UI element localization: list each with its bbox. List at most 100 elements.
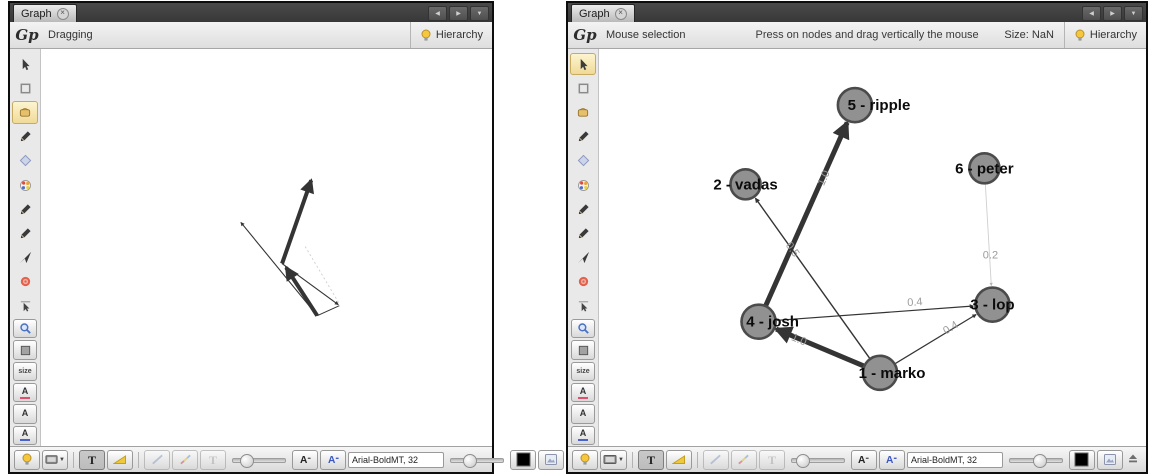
screenshot-dropdown[interactable]: ▼ <box>42 450 68 470</box>
graph-edge[interactable] <box>317 306 339 316</box>
reset-label-colors-button[interactable]: A <box>13 383 37 402</box>
graph-edge[interactable] <box>984 168 991 285</box>
reset-label-visible-button[interactable]: A <box>13 404 37 423</box>
background-toggle-button[interactable] <box>14 450 40 470</box>
graph-canvas[interactable]: 0.51.00.41.00.40.21 - marko2 - vadas3 - … <box>599 49 1146 446</box>
reset-sizes-button[interactable]: size <box>13 362 37 381</box>
edge-label-font-button[interactable]: A <box>879 450 905 470</box>
rectangle-selection-tool[interactable] <box>570 77 596 99</box>
reset-label-sizes-button[interactable]: A <box>13 426 37 445</box>
heat-map-tool[interactable] <box>570 271 596 293</box>
show-node-labels-button[interactable]: T <box>638 450 664 470</box>
svg-text:A: A <box>858 455 866 466</box>
tab-graph[interactable]: Graph × <box>13 4 77 22</box>
show-edges-button[interactable] <box>144 450 170 470</box>
visualization-toolbar: ▼ T T AA <box>10 446 492 472</box>
graph-edge[interactable] <box>241 222 317 315</box>
hierarchy-button[interactable]: Hierarchy <box>410 22 492 48</box>
expand-caret[interactable] <box>1128 454 1138 466</box>
label-color-swatch[interactable] <box>510 450 536 470</box>
edge-label-font-button[interactable]: A <box>320 450 346 470</box>
palette-icon <box>577 179 590 192</box>
label-scale-slider[interactable] <box>450 452 504 468</box>
wedge-icon <box>113 454 127 466</box>
slider-knob[interactable] <box>1033 454 1047 468</box>
graph-edge[interactable] <box>282 180 311 263</box>
magnifier-icon <box>19 322 32 335</box>
graph-canvas[interactable] <box>41 49 492 446</box>
dropdown-arrow-icon: ▼ <box>59 457 65 463</box>
background-toggle-button[interactable] <box>572 450 598 470</box>
tab-scroll-left-button[interactable]: ◀ <box>1082 6 1101 21</box>
graph-edge[interactable] <box>305 246 339 303</box>
sizer-tool[interactable] <box>570 150 596 172</box>
tab-menu-button[interactable]: ▼ <box>470 6 489 21</box>
edge-pencil-tool[interactable] <box>570 222 596 244</box>
node-label-font-button[interactable]: A <box>851 450 877 470</box>
text-scale-button[interactable]: T <box>200 450 226 470</box>
tab-close-icon[interactable]: × <box>57 8 69 20</box>
color-painter-tool[interactable] <box>12 174 38 196</box>
t-gray-icon: T <box>766 453 778 466</box>
slider-knob[interactable] <box>240 454 254 468</box>
show-edges-button[interactable] <box>703 450 729 470</box>
sizer-tool[interactable] <box>12 150 38 172</box>
edge-scale-slider[interactable] <box>791 452 845 468</box>
edge-color-mode-button[interactable] <box>172 450 198 470</box>
edge-pencil-tool[interactable] <box>12 222 38 244</box>
tab-menu-button[interactable]: ▼ <box>1124 6 1143 21</box>
reset-sizes-button[interactable]: size <box>571 362 595 381</box>
tab-scroll-right-button[interactable]: ▶ <box>449 6 468 21</box>
painter-tool[interactable] <box>570 126 596 148</box>
slider-knob[interactable] <box>463 454 477 468</box>
show-node-labels-button[interactable]: T <box>79 450 105 470</box>
center-on-graph-button[interactable] <box>571 319 595 338</box>
reset-label-visible-button[interactable]: A <box>571 404 595 423</box>
node-pencil-tool[interactable] <box>12 198 38 220</box>
label-attributes-button[interactable] <box>538 450 564 470</box>
slider-knob[interactable] <box>796 454 810 468</box>
graph-edge[interactable] <box>286 268 317 316</box>
painter-tool[interactable] <box>12 126 38 148</box>
label-color-swatch[interactable] <box>1069 450 1095 470</box>
graph-edge[interactable] <box>282 264 338 305</box>
reset-label-colors-button[interactable]: A <box>571 383 595 402</box>
edge-scale-slider[interactable] <box>232 452 286 468</box>
rectangle-selection-tool[interactable] <box>12 77 38 99</box>
drag-tool[interactable] <box>570 101 596 123</box>
reset-label-sizes-button[interactable]: A <box>571 426 595 445</box>
font-selector-field[interactable] <box>907 452 1003 468</box>
tab-scroll-right-button[interactable]: ▶ <box>1103 6 1122 21</box>
edge-editor-tool[interactable] <box>570 295 596 317</box>
tab-scroll-left-button[interactable]: ◀ <box>428 6 447 21</box>
edge-editor-tool[interactable] <box>12 295 38 317</box>
font-selector-field[interactable] <box>348 452 444 468</box>
color-painter-tool[interactable] <box>570 174 596 196</box>
shortest-path-tool[interactable] <box>570 247 596 269</box>
screenshot-dropdown[interactable]: ▼ <box>600 450 627 470</box>
pencil-icon <box>577 130 590 143</box>
text-scale-button[interactable]: T <box>759 450 785 470</box>
node-label-font-button[interactable]: A <box>292 450 318 470</box>
node-pencil-tool[interactable] <box>570 198 596 220</box>
plane-icon <box>577 251 590 264</box>
label-attributes-button[interactable] <box>1097 450 1123 470</box>
center-on-graph-button[interactable] <box>13 319 37 338</box>
label-scale-slider[interactable] <box>1009 452 1063 468</box>
edge-color-mode-button[interactable] <box>731 450 757 470</box>
t-bold-icon: T <box>86 453 98 466</box>
direct-selection-tool[interactable] <box>570 53 596 75</box>
node-label-6: 6 - peter <box>955 160 1014 177</box>
tab-close-icon[interactable]: × <box>615 8 627 20</box>
tab-graph[interactable]: Graph × <box>571 4 635 22</box>
hierarchy-button[interactable]: Hierarchy <box>1064 22 1146 48</box>
show-edge-labels-button[interactable] <box>666 450 692 470</box>
drag-tool[interactable] <box>12 101 38 123</box>
show-edge-labels-button[interactable] <box>107 450 133 470</box>
reset-colors-button[interactable] <box>13 340 37 359</box>
node-label-1: 1 - marko <box>859 365 926 382</box>
heat-map-tool[interactable] <box>12 271 38 293</box>
direct-selection-tool[interactable] <box>12 53 38 75</box>
reset-colors-button[interactable] <box>571 340 595 359</box>
shortest-path-tool[interactable] <box>12 247 38 269</box>
